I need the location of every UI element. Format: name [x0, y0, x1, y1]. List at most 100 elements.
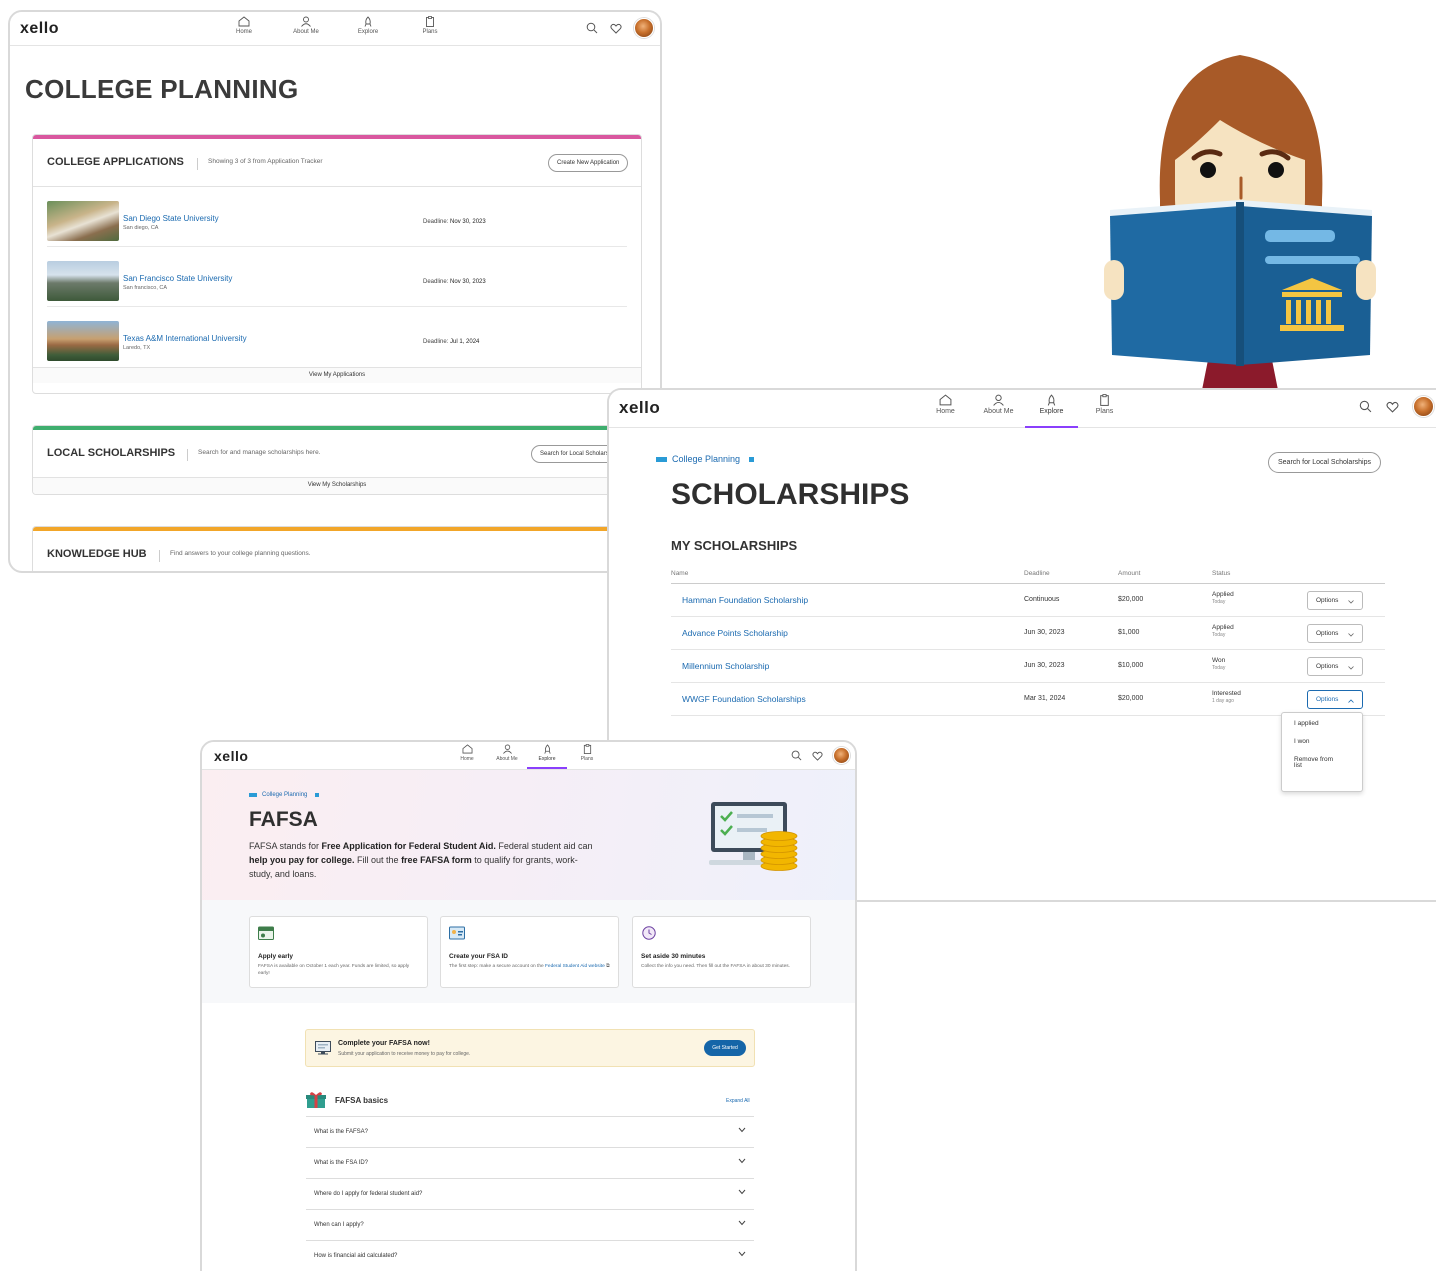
avatar[interactable] — [833, 747, 850, 764]
nav-home[interactable]: Home — [213, 16, 275, 35]
scholarship-name[interactable]: Hamman Foundation Scholarship — [682, 595, 808, 605]
breadcrumb: College Planning — [249, 792, 320, 798]
deadline-label: Deadline: — [423, 219, 449, 225]
breadcrumb-marker — [749, 456, 755, 462]
page-title: FAFSA — [249, 808, 318, 831]
rocket-icon — [1047, 394, 1056, 406]
nav-home[interactable]: Home — [447, 744, 487, 769]
status-label: Applied — [1212, 624, 1234, 631]
menu-item-applied[interactable]: I applied — [1294, 720, 1362, 727]
options-button[interactable]: Options — [1307, 591, 1363, 610]
faq-item[interactable]: What is the FAFSA? — [306, 1116, 754, 1147]
get-started-button[interactable]: Get Started — [704, 1040, 746, 1056]
status-time: Today — [1212, 665, 1226, 671]
gift-icon — [306, 1092, 326, 1108]
faq-item[interactable]: How is financial aid calculated? — [306, 1240, 754, 1271]
search-local-scholarships-button[interactable]: Search for Local Scholars — [531, 445, 618, 463]
faq-question: What is the FSA ID? — [314, 1160, 369, 1166]
nav-plans[interactable]: Plans — [1078, 394, 1131, 428]
nav-about-label: About Me — [293, 29, 319, 35]
application-row[interactable]: San Francisco State University San franc… — [47, 247, 627, 307]
menu-item-remove[interactable]: Remove from list — [1294, 756, 1342, 769]
search-icon[interactable] — [791, 750, 802, 761]
knowledge-hub-card: KNOWLEDGE HUB Find answers to your colle… — [32, 526, 642, 571]
heart-icon[interactable] — [1386, 401, 1399, 413]
breadcrumb-link[interactable]: College Planning — [262, 792, 307, 798]
college-deadline: Deadline: Nov 30, 2023 — [423, 279, 486, 285]
xello-logo[interactable]: xello — [20, 20, 59, 38]
xello-logo[interactable]: xello — [619, 398, 660, 418]
cta-title: Complete your FAFSA now! — [338, 1040, 430, 1047]
heart-icon[interactable] — [812, 751, 823, 761]
college-name[interactable]: Texas A&M International University — [123, 334, 247, 343]
table-row: Millennium Scholarship Jun 30, 2023 $10,… — [671, 650, 1385, 683]
scholarship-status: Interested 1 day ago — [1212, 690, 1241, 704]
girl-reading-illustration — [1104, 55, 1376, 390]
book-line-2 — [1265, 256, 1360, 264]
deadline-label: Deadline: — [423, 339, 449, 345]
table-row: WWGF Foundation Scholarships Mar 31, 202… — [671, 683, 1385, 716]
avatar[interactable] — [634, 18, 654, 38]
knowledge-hub-subtitle: Find answers to your college planning qu… — [159, 550, 311, 562]
nav-explore[interactable]: Explore — [527, 744, 567, 769]
nav-plans-label: Plans — [580, 756, 594, 762]
faq-question: What is the FAFSA? — [314, 1129, 369, 1135]
options-button[interactable]: Options — [1307, 624, 1363, 643]
college-name[interactable]: San Diego State University — [123, 214, 219, 223]
search-icon[interactable] — [1359, 400, 1372, 413]
expand-all-link[interactable]: Expand All — [726, 1098, 750, 1104]
scholarship-name[interactable]: WWGF Foundation Scholarships — [682, 694, 806, 704]
basics-title: FAFSA basics — [335, 1096, 389, 1105]
nav-home-label: Home — [936, 408, 955, 415]
nav-plans-label: Plans — [1095, 408, 1114, 415]
xello-logo[interactable]: xello — [214, 748, 248, 764]
clipboard-icon — [426, 16, 434, 27]
chevron-down-icon — [1348, 600, 1354, 604]
heart-icon[interactable] — [610, 23, 622, 34]
faq-item[interactable]: When can I apply? — [306, 1209, 754, 1240]
breadcrumb-link[interactable]: College Planning — [672, 454, 740, 464]
section-title: MY SCHOLARSHIPS — [671, 538, 798, 553]
left-eye — [1200, 162, 1216, 178]
options-button[interactable]: Options — [1307, 657, 1363, 676]
nav-plans[interactable]: Plans — [567, 744, 607, 769]
view-applications-link[interactable]: View My Applications — [33, 367, 641, 383]
nav-about-me[interactable]: About Me — [275, 16, 337, 35]
chevron-down-icon — [738, 1189, 746, 1195]
step-desc: The first step: make a secure account on… — [449, 964, 610, 971]
view-scholarships-link[interactable]: View My Scholarships — [33, 478, 641, 494]
menu-item-won[interactable]: I won — [1294, 738, 1362, 745]
fafsa-intro: FAFSA stands for Free Application for Fe… — [249, 839, 594, 881]
nav-explore[interactable]: Explore — [1025, 394, 1078, 428]
federal-student-aid-link[interactable]: Federal Student Aid website — [545, 964, 605, 969]
application-row[interactable]: Texas A&M International University Lared… — [47, 307, 627, 367]
college-planning-window: xello Home About Me Explore Plans COLLEG… — [8, 10, 662, 573]
options-label: Options — [1316, 597, 1339, 604]
faq-item[interactable]: Where do I apply for federal student aid… — [306, 1178, 754, 1209]
avatar[interactable] — [1413, 396, 1434, 417]
status-label: Interested — [1212, 690, 1241, 697]
scholarship-name[interactable]: Advance Points Scholarship — [682, 628, 788, 638]
application-row[interactable]: San Diego State University San diego, CA… — [47, 187, 627, 247]
college-name[interactable]: San Francisco State University — [123, 274, 232, 283]
nav-explore[interactable]: Explore — [337, 16, 399, 35]
create-application-button[interactable]: Create New Application — [548, 154, 629, 172]
nav-home[interactable]: Home — [919, 394, 972, 428]
column-status: Status — [1212, 570, 1231, 577]
options-menu: I applied I won Remove from list — [1281, 712, 1363, 792]
book-line-1 — [1265, 230, 1335, 242]
home-icon — [462, 744, 472, 754]
scholarship-name[interactable]: Millennium Scholarship — [682, 661, 769, 671]
nav-about-me[interactable]: About Me — [972, 394, 1025, 428]
faq-item[interactable]: What is the FSA ID? — [306, 1147, 754, 1178]
column-amount: Amount — [1118, 570, 1141, 577]
main-nav: Home About Me Explore Plans — [919, 394, 1131, 428]
nav-about-me[interactable]: About Me — [487, 744, 527, 769]
book-spine — [1236, 202, 1244, 366]
options-button-open[interactable]: Options — [1307, 690, 1363, 709]
search-local-scholarships-button[interactable]: Search for Local Scholarships — [1268, 452, 1381, 473]
nav-plans[interactable]: Plans — [399, 16, 461, 35]
clock-icon — [642, 926, 656, 940]
deadline-value: Nov 30, 2023 — [450, 219, 486, 225]
search-icon[interactable] — [586, 22, 598, 34]
